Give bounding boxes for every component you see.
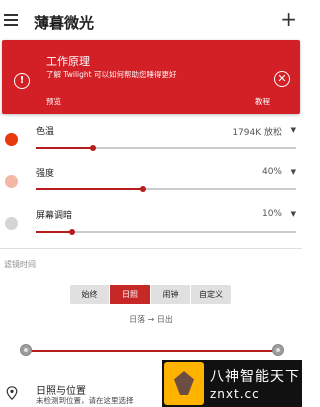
preview-button[interactable]: 预览 (46, 96, 61, 107)
close-icon[interactable]: ✕ (274, 71, 290, 87)
color-dot-icon (5, 133, 18, 146)
card-title: 工作原理 (46, 55, 90, 68)
setting-value-dropdown[interactable]: 1794K 放松 (232, 125, 282, 138)
mode-button-custom[interactable]: 自定义 (191, 285, 231, 304)
section-label-filter-time: 滤镜时间 (4, 260, 36, 269)
location-subtitle[interactable]: 未检测到位置，请在这里选择 (36, 395, 134, 406)
schedule-range-text: 日落 → 日出 (129, 315, 173, 324)
watermark-url: znxt.cc (210, 387, 260, 401)
dropdown-caret-icon[interactable]: ▼ (291, 168, 296, 176)
slider-thumb[interactable] (90, 144, 97, 151)
mode-button-always[interactable]: 始终 (70, 285, 110, 304)
how-it-works-card[interactable]: ! 工作原理 了解 Twilight 可以如何帮助您睡得更好 ✕ 预览 教程 (2, 40, 300, 114)
color-dot-icon (5, 217, 18, 230)
setting-row-screen-dim[interactable]: 屏幕调暗 10% ▼ (0, 204, 302, 244)
app-title: 薄暮微光 (34, 14, 95, 32)
intensity-slider[interactable] (36, 185, 296, 192)
slider-thumb[interactable] (69, 228, 76, 235)
color-dot-icon (5, 175, 18, 188)
setting-row-intensity[interactable]: 强度 40% ▼ (0, 162, 302, 202)
range-start-handle[interactable] (20, 344, 32, 356)
hamburger-menu-icon[interactable] (4, 14, 18, 26)
setting-label: 色温 (36, 127, 55, 137)
time-range-slider[interactable] (26, 350, 278, 352)
divider (0, 248, 302, 249)
dropdown-caret-icon[interactable]: ▼ (291, 126, 296, 134)
color-temperature-slider[interactable] (36, 144, 296, 151)
card-description: 了解 Twilight 可以如何帮助您睡得更好 (46, 70, 177, 79)
watermark-logo-icon (164, 362, 204, 405)
setting-value-dropdown[interactable]: 10% (262, 209, 282, 219)
watermark-badge: 八神智能天下 znxt.cc (162, 360, 302, 407)
setting-label: 强度 (36, 169, 55, 179)
filter-mode-segmented-control: 始终 日照 闹钟 自定义 (70, 285, 231, 304)
slider-thumb[interactable] (139, 185, 146, 192)
mode-button-alarm[interactable]: 闹钟 (151, 285, 191, 304)
location-pin-icon (6, 386, 18, 400)
info-icon: ! (14, 73, 30, 89)
tutorial-button[interactable]: 教程 (255, 96, 270, 107)
screen-dim-slider[interactable] (36, 228, 296, 235)
watermark-text: 八神智能天下 (210, 369, 300, 385)
setting-value-dropdown[interactable]: 40% (262, 167, 282, 177)
dropdown-caret-icon[interactable]: ▼ (291, 210, 296, 218)
mode-button-sunlight[interactable]: 日照 (110, 285, 151, 304)
setting-label: 屏幕调暗 (36, 211, 73, 221)
plus-icon[interactable]: + (280, 9, 297, 29)
setting-row-color-temperature[interactable]: 色温 1794K 放松 ▼ (0, 120, 302, 160)
range-end-handle[interactable] (272, 344, 284, 356)
